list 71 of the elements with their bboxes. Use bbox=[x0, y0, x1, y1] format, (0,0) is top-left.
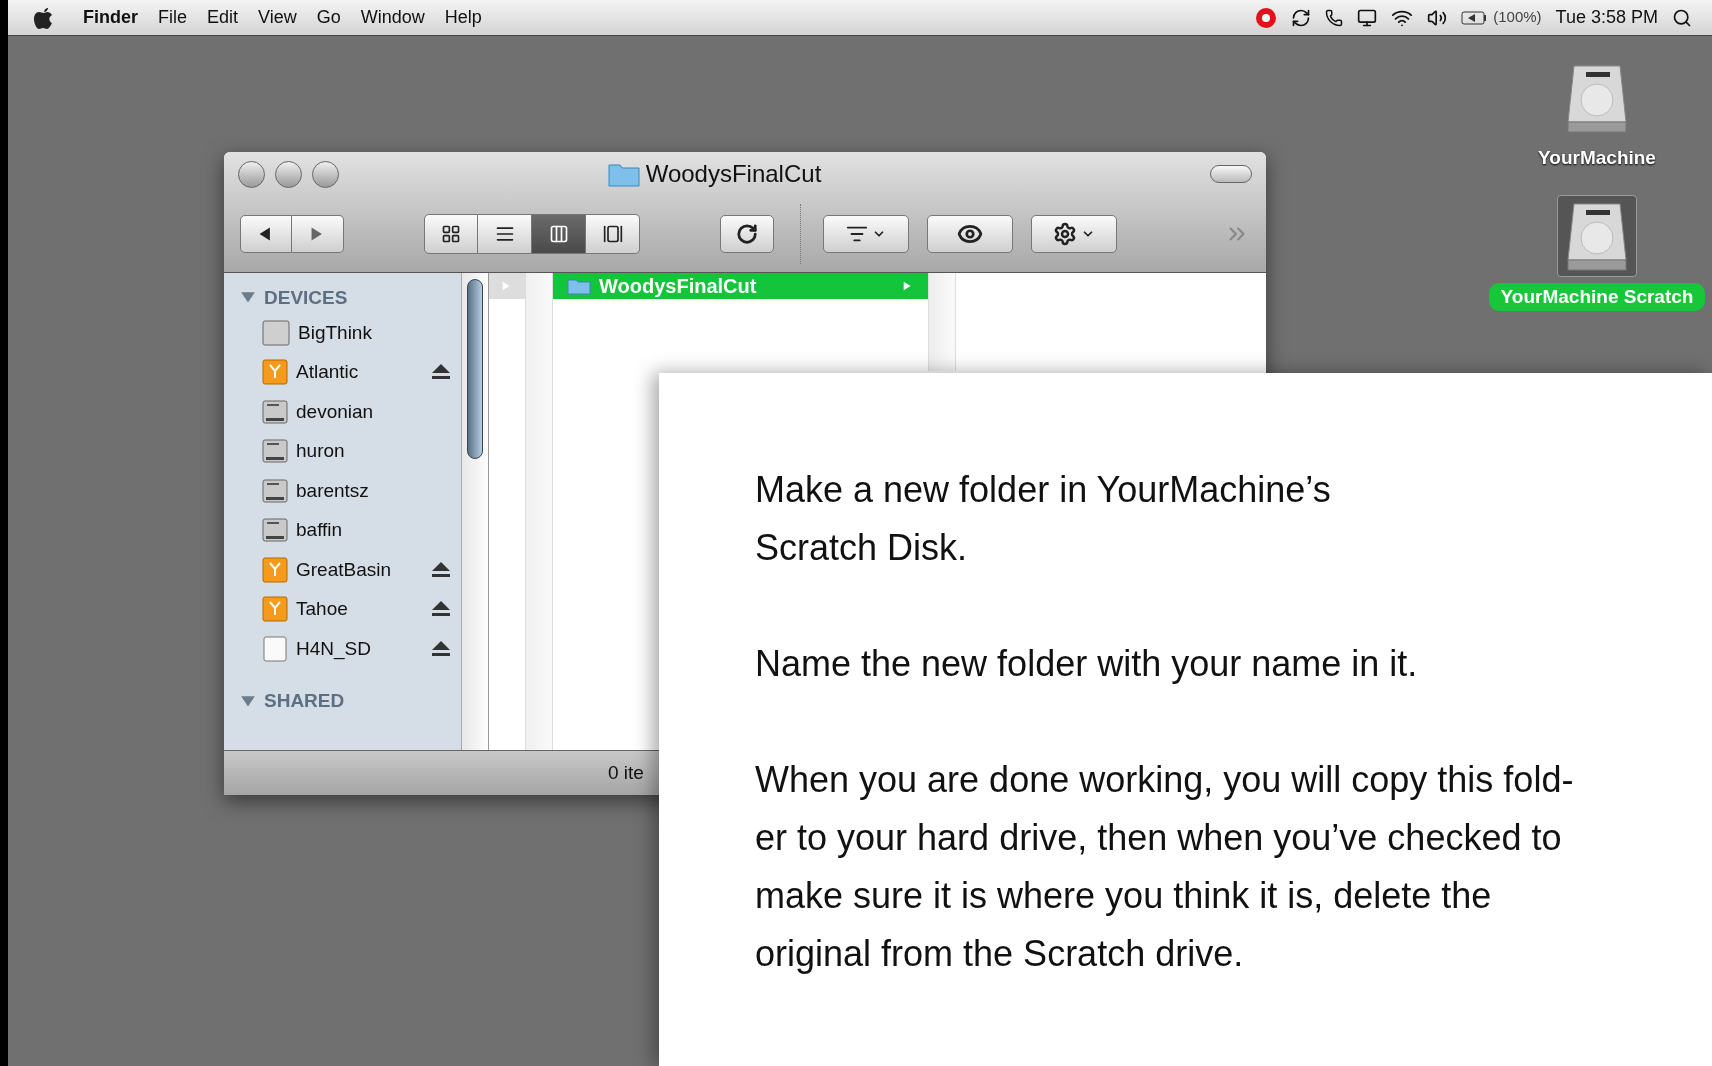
instruction-paragraph: Name the new folder with your name in it. bbox=[755, 642, 1419, 686]
status-text: 0 ite bbox=[608, 760, 644, 785]
view-mode-button[interactable] bbox=[586, 214, 640, 254]
display-icon[interactable] bbox=[1357, 7, 1378, 28]
grid-view-icon bbox=[441, 224, 461, 244]
window-control[interactable] bbox=[238, 160, 265, 188]
hard-drive-icon bbox=[262, 517, 288, 544]
phone-icon[interactable] bbox=[1325, 8, 1344, 27]
eject-icon[interactable] bbox=[431, 639, 451, 658]
quick-look-button[interactable] bbox=[927, 215, 1013, 253]
apple-logo-icon[interactable] bbox=[33, 5, 55, 30]
hard-drive-icon bbox=[262, 398, 288, 425]
sidebar-section-header[interactable]: DEVICES bbox=[264, 283, 348, 313]
memory-card-icon bbox=[262, 635, 288, 662]
hard-drive-icon bbox=[262, 438, 288, 465]
cover-flow-icon bbox=[602, 224, 623, 244]
menu-item[interactable]: View bbox=[248, 4, 307, 31]
view-mode-button[interactable] bbox=[424, 214, 478, 254]
external-drive-icon bbox=[262, 359, 288, 386]
window-title: WoodysFinalCut bbox=[645, 159, 822, 189]
sidebar-item[interactable]: devonian bbox=[240, 392, 451, 432]
sidebar-item[interactable]: Atlantic bbox=[240, 352, 451, 392]
eject-icon[interactable] bbox=[431, 600, 451, 619]
sidebar-item[interactable]: barentsz bbox=[240, 471, 451, 511]
instruction-paragraph: Make a new folder in YourMachine’s Scratch Disk. bbox=[755, 468, 1332, 570]
sidebar-item[interactable]: baffin bbox=[240, 510, 451, 550]
menu-item[interactable]: Window bbox=[350, 4, 435, 31]
menu-item[interactable]: Go bbox=[306, 4, 351, 31]
list-view-icon bbox=[494, 224, 515, 244]
menu-item[interactable]: Help bbox=[434, 4, 492, 31]
hard-drive-icon bbox=[262, 477, 288, 504]
menu-item[interactable]: File bbox=[148, 4, 198, 31]
arrange-button[interactable] bbox=[823, 215, 909, 253]
sidebar-section-header[interactable]: SHARED bbox=[264, 687, 345, 716]
battery-icon[interactable] bbox=[1461, 10, 1488, 25]
external-drive-icon bbox=[262, 596, 288, 623]
sidebar-scrollbar[interactable] bbox=[461, 273, 488, 750]
folder-icon bbox=[567, 277, 591, 295]
back-button[interactable] bbox=[240, 215, 292, 253]
desktop-icon-label[interactable]: YourMachine bbox=[1538, 144, 1656, 173]
columns-view-icon bbox=[548, 224, 569, 244]
toolbar-pill-button[interactable] bbox=[1210, 165, 1252, 183]
volume-icon[interactable] bbox=[1427, 7, 1448, 28]
battery-percentage: (100%) bbox=[1493, 7, 1542, 28]
sidebar-item[interactable]: H4N_SD bbox=[240, 629, 451, 669]
instruction-paragraph: When you are done working, you will copy this fold- er to your hard drive, then when you’ve checked to make sure it is where you think it is, delete the original from the Scratch drive. bbox=[755, 758, 1575, 976]
view-mode-button[interactable] bbox=[478, 214, 532, 254]
external-drive-icon bbox=[262, 556, 288, 583]
window-control[interactable] bbox=[312, 160, 339, 188]
forward-button[interactable] bbox=[292, 215, 344, 253]
gear-icon bbox=[1053, 222, 1077, 246]
sidebar-item[interactable]: Tahoe bbox=[240, 589, 451, 629]
hard-drive-icon[interactable] bbox=[1557, 194, 1637, 277]
app-menu[interactable]: Finder bbox=[73, 4, 148, 31]
sidebar-item[interactable]: GreatBasin bbox=[240, 550, 451, 590]
eject-icon[interactable] bbox=[431, 560, 451, 579]
menu-item[interactable]: Edit bbox=[197, 4, 249, 31]
computer-icon bbox=[262, 319, 290, 346]
window-control[interactable] bbox=[275, 160, 302, 188]
menu-bar-clock[interactable]: Tue 3:58 PM bbox=[1555, 4, 1658, 31]
eject-icon[interactable] bbox=[431, 363, 451, 382]
folder-icon bbox=[607, 161, 640, 187]
refresh-icon bbox=[736, 223, 758, 245]
sync-icon[interactable] bbox=[1291, 7, 1312, 28]
search-icon[interactable] bbox=[1672, 7, 1692, 28]
action-button[interactable] bbox=[1031, 215, 1117, 253]
sidebar-item[interactable]: huron bbox=[240, 431, 451, 471]
refresh-button[interactable] bbox=[720, 215, 774, 253]
record-status-icon[interactable] bbox=[1255, 6, 1278, 29]
sidebar-item[interactable]: BigThink bbox=[240, 313, 451, 353]
view-mode-button[interactable] bbox=[532, 214, 586, 254]
